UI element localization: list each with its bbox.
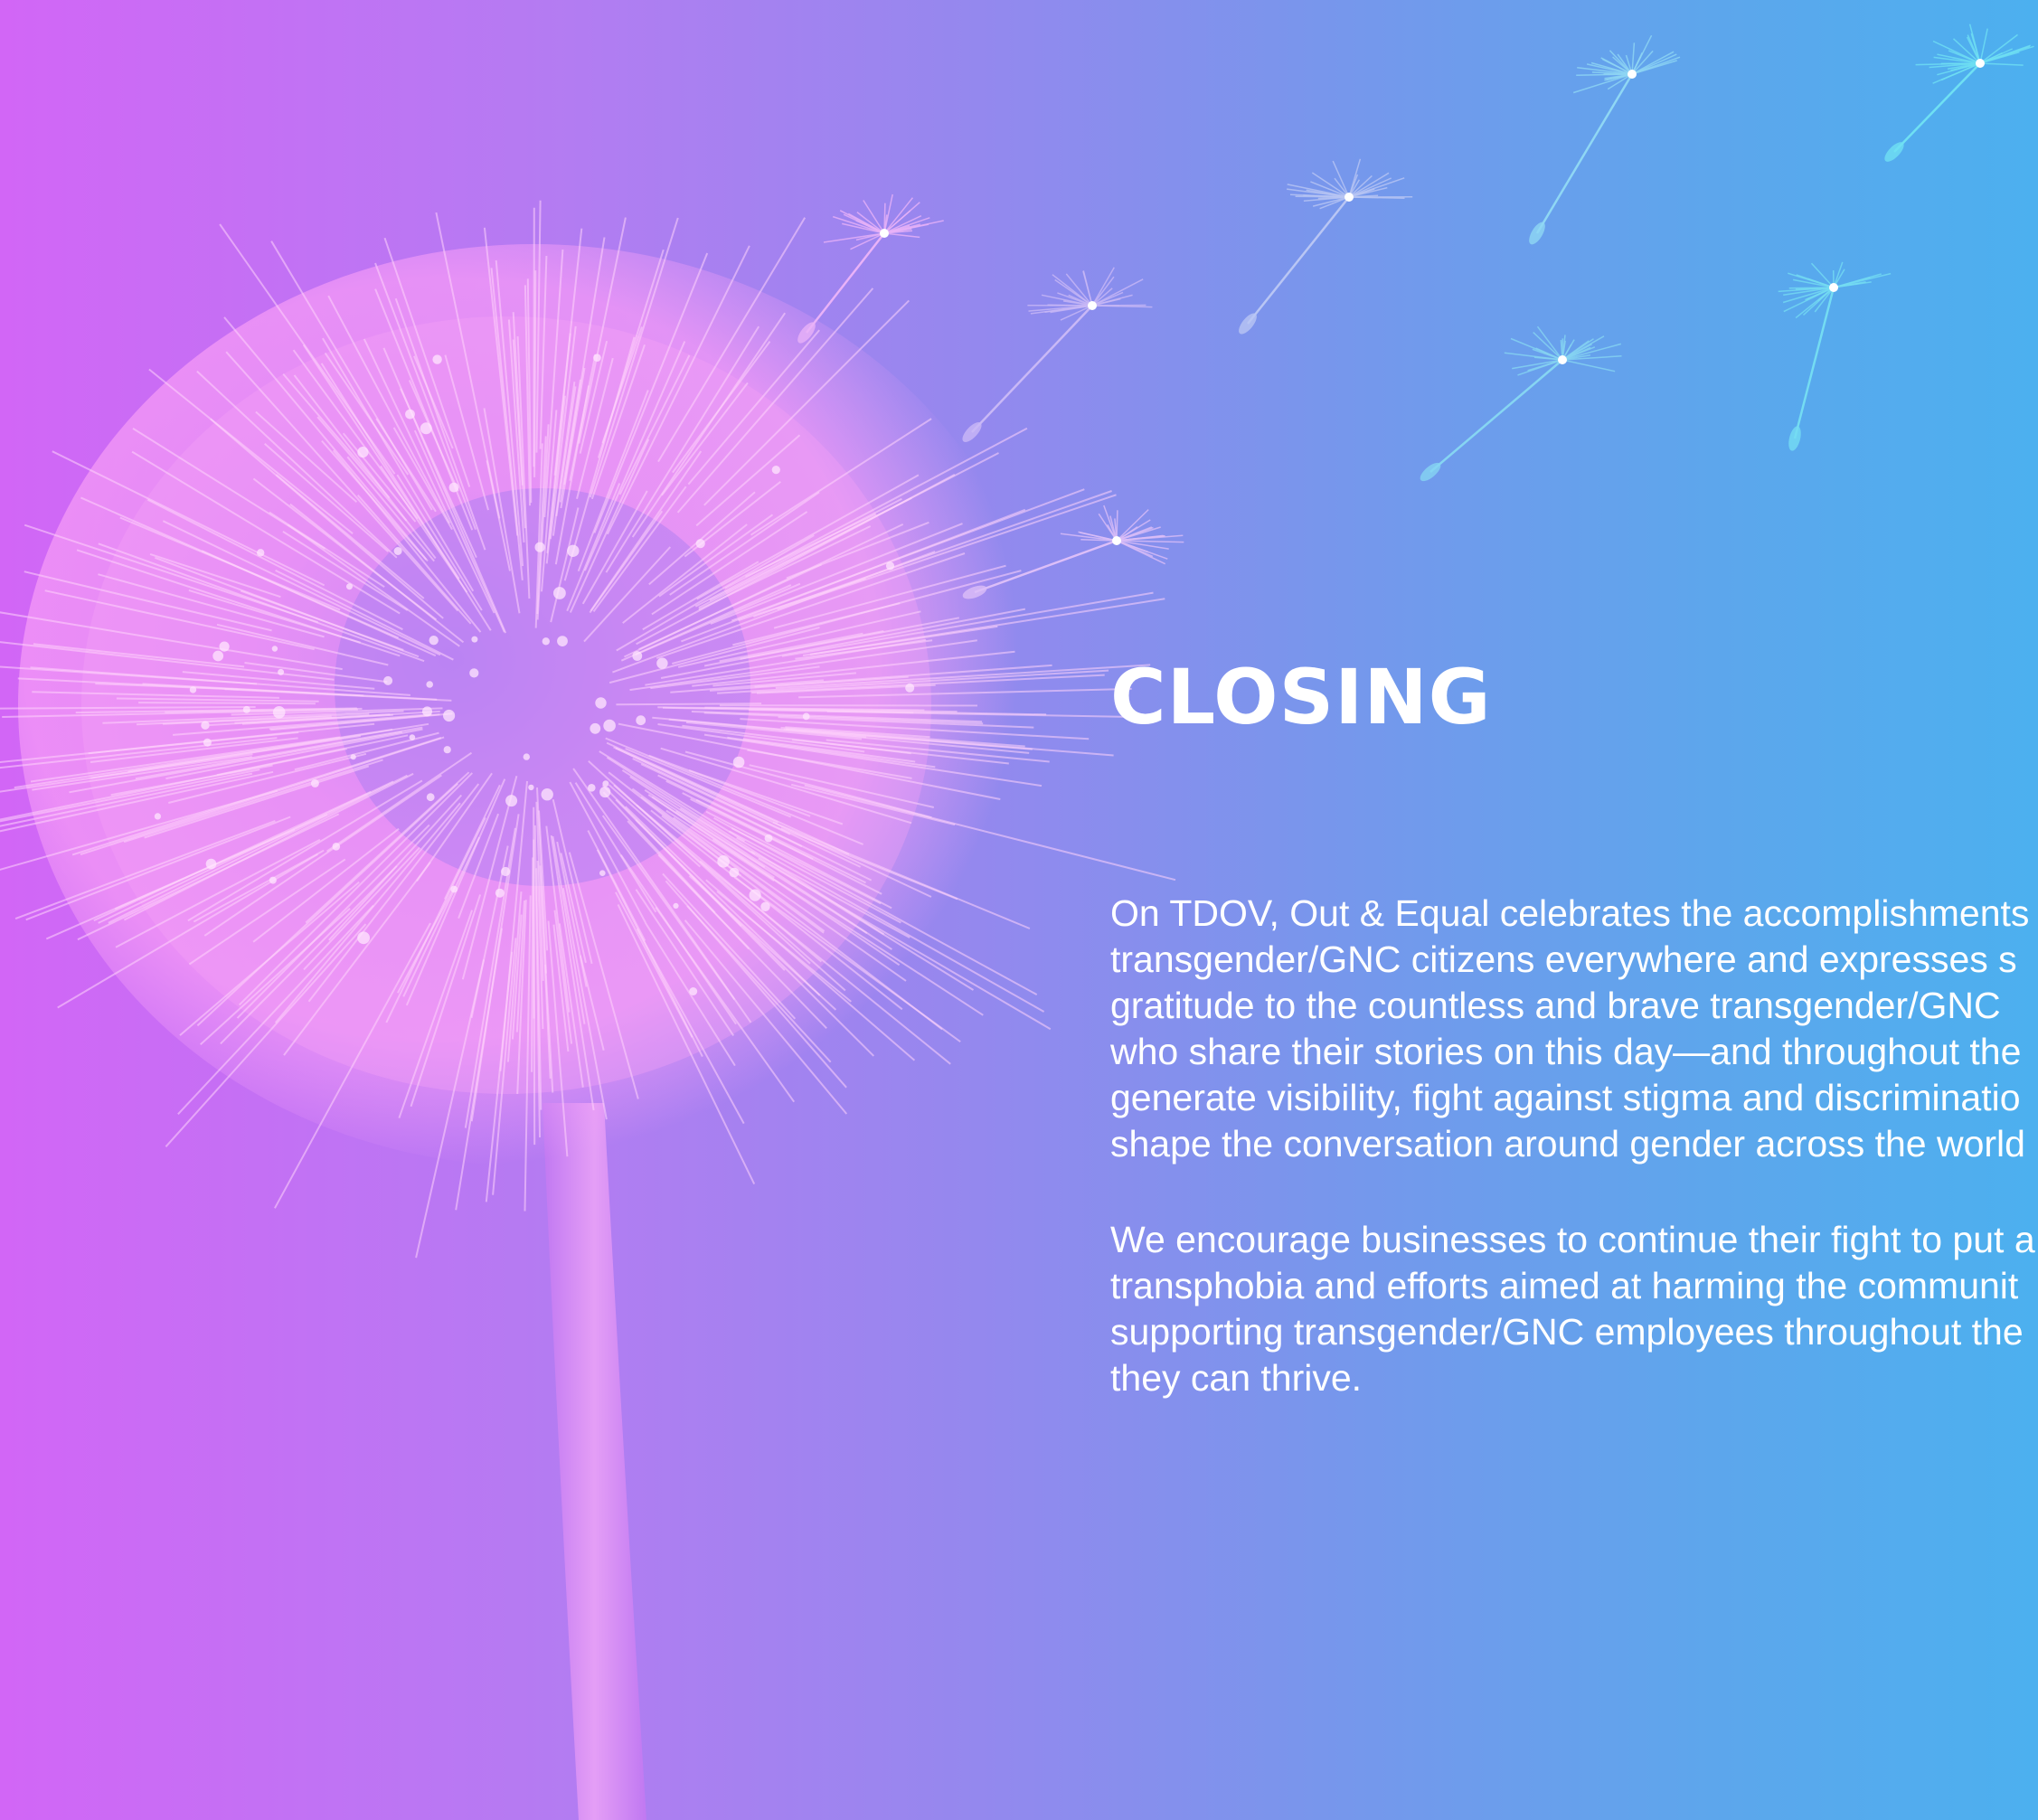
page-title: CLOSING xyxy=(1110,653,1492,741)
dandelion-seed-icon xyxy=(1239,158,1413,335)
paragraph-line: shape the conversation around gender acr… xyxy=(1110,1123,2025,1165)
paragraph-line: transphobia and efforts aimed at harming… xyxy=(1110,1265,2019,1306)
dandelion-seed-icon xyxy=(1884,24,2034,162)
paragraph-line: generate visibility, fight against stigm… xyxy=(1110,1077,2021,1118)
paragraph-line: transgender/GNC citizens everywhere and … xyxy=(1110,938,2017,980)
body-paragraph-2: We encourage businesses to continue thei… xyxy=(1110,1217,2035,1401)
dandelion-seed-icon xyxy=(1778,261,1892,451)
dandelion-stem xyxy=(543,1103,646,1820)
paragraph-line: they can thrive. xyxy=(1110,1357,1363,1399)
paragraph-line: On TDOV, Out & Equal celebrates the acco… xyxy=(1110,892,2030,934)
dandelion-seed-icon xyxy=(1529,34,1681,245)
closing-page: CLOSING On TDOV, Out & Equal celebrates … xyxy=(0,0,2038,1820)
dandelion-icon xyxy=(0,200,1176,1259)
paragraph-line: gratitude to the countless and brave tra… xyxy=(1110,985,2001,1026)
body-paragraph-1: On TDOV, Out & Equal celebrates the acco… xyxy=(1110,891,2029,1167)
paragraph-line: supporting transgender/GNC employees thr… xyxy=(1110,1311,2024,1353)
dandelion-seed-icon xyxy=(1420,325,1622,482)
paragraph-line: We encourage businesses to continue thei… xyxy=(1110,1219,2035,1260)
paragraph-line: who share their stories on this day—and … xyxy=(1110,1031,2022,1072)
dandelion-seed-icon xyxy=(962,267,1153,442)
